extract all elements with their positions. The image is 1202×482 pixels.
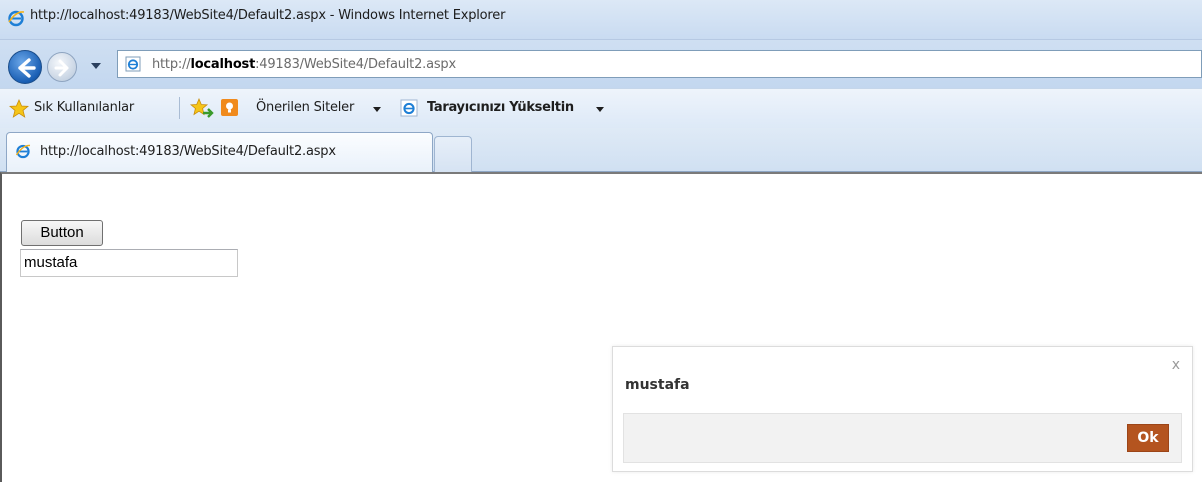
back-arrow-icon [18, 58, 36, 78]
address-bar[interactable]: http://localhost:49183/WebSite4/Default2… [117, 50, 1202, 78]
back-button[interactable] [8, 50, 42, 84]
suggested-sites-icon[interactable] [221, 99, 238, 116]
address-url[interactable]: http://localhost:49183/WebSite4/Default2… [152, 57, 456, 72]
tab-ie-icon [15, 144, 31, 159]
favorites-separator [179, 97, 180, 119]
forward-button[interactable] [47, 52, 77, 82]
dialog-message: mustafa [625, 377, 690, 393]
recent-pages-dropdown-icon[interactable] [91, 63, 101, 69]
upgrade-browser-dropdown-icon[interactable] [596, 107, 604, 112]
favorites-bar: Sık Kullanılanlar Önerilen Siteler Taray… [0, 88, 1202, 128]
page-ie-icon [125, 56, 141, 72]
tab-label: http://localhost:49183/WebSite4/Default2… [40, 144, 336, 159]
favorites-star-icon[interactable] [9, 99, 29, 119]
favorites-label[interactable]: Sık Kullanılanlar [34, 100, 134, 115]
internet-explorer-icon [8, 10, 25, 27]
upgrade-browser-label[interactable]: Tarayıcınızı Yükseltin [427, 100, 574, 115]
window-title: http://localhost:49183/WebSite4/Default2… [30, 8, 506, 23]
alert-dialog: x mustafa Ok [612, 346, 1193, 472]
add-to-favorites-icon[interactable] [190, 98, 214, 120]
dialog-ok-button[interactable]: Ok [1127, 424, 1169, 452]
dialog-footer: Ok [623, 413, 1182, 463]
page-button[interactable]: Button [21, 220, 103, 246]
window-title-bar: http://localhost:49183/WebSite4/Default2… [0, 0, 1202, 40]
suggested-sites-label[interactable]: Önerilen Siteler [256, 100, 354, 115]
navigation-bar: http://localhost:49183/WebSite4/Default2… [0, 40, 1202, 88]
new-tab-button[interactable] [434, 136, 472, 172]
tab-default2[interactable]: http://localhost:49183/WebSite4/Default2… [6, 132, 433, 172]
suggested-sites-dropdown-icon[interactable] [373, 107, 381, 112]
upgrade-browser-ie-icon[interactable] [400, 99, 418, 117]
dialog-close-button[interactable]: x [1172, 357, 1180, 373]
forward-arrow-icon [54, 59, 69, 77]
text-input[interactable]: mustafa [20, 249, 238, 277]
tab-strip: http://localhost:49183/WebSite4/Default2… [0, 128, 1202, 172]
